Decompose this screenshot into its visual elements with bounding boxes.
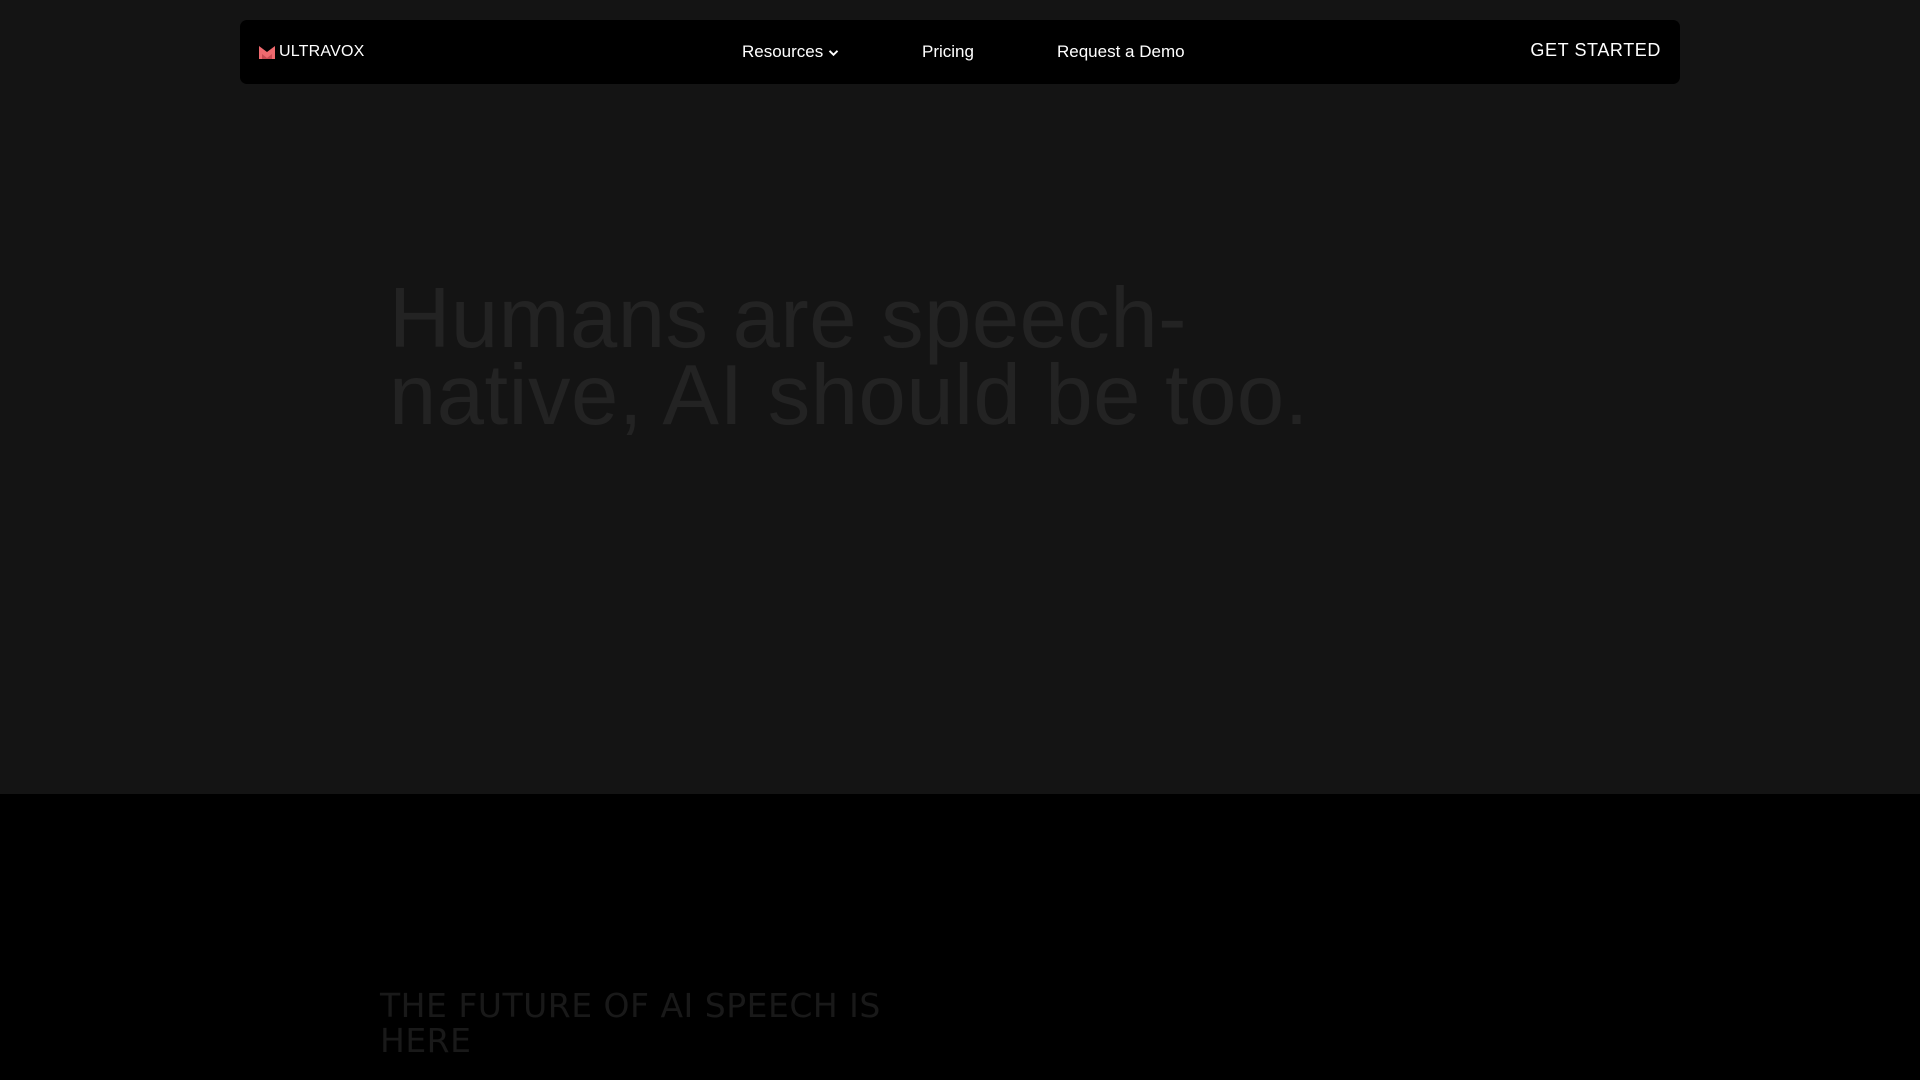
ultravox-logo-icon xyxy=(259,46,275,59)
nav-item-resources-label: Resources xyxy=(742,42,824,61)
section-title: The future of AI speech is here xyxy=(380,986,881,1060)
hero-headline: Humans are speech-native, AI should be t… xyxy=(389,271,1309,443)
section-subtitle-clipped xyxy=(380,1070,940,1080)
nav-item-resources[interactable]: Resources xyxy=(742,20,839,84)
brand-name: ULTRAVOX xyxy=(279,43,365,60)
hero-section: ULTRAVOX Resources Pricing Request a Dem… xyxy=(0,0,1920,794)
chevron-down-icon xyxy=(829,49,839,56)
brand-logo[interactable]: ULTRAVOX xyxy=(259,43,364,61)
nav-item-request-demo[interactable]: Request a Demo xyxy=(1057,20,1185,84)
nav-item-pricing[interactable]: Pricing xyxy=(922,20,974,84)
get-started-button[interactable]: GET STARTED xyxy=(1530,20,1661,84)
page: ULTRAVOX Resources Pricing Request a Dem… xyxy=(0,0,1920,1080)
top-navbar: ULTRAVOX Resources Pricing Request a Dem… xyxy=(240,20,1680,84)
